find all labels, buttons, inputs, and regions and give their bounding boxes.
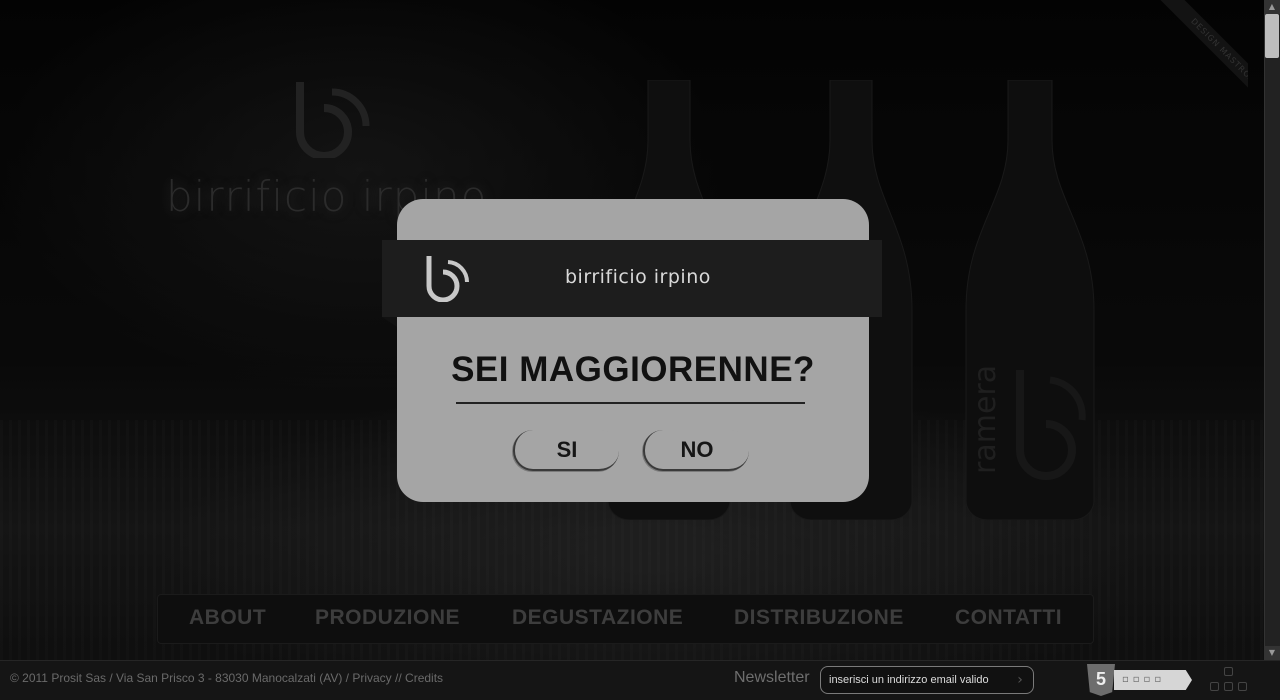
nav-item-produzione[interactable]: PRODUZIONE <box>315 606 460 630</box>
brand-logo-icon <box>426 256 470 302</box>
share-right-icon[interactable] <box>1238 682 1247 691</box>
chevron-right-icon[interactable]: › <box>1012 671 1028 689</box>
html5-badge-icon: 5 <box>1087 664 1115 696</box>
scrollbar-thumb[interactable] <box>1265 14 1279 58</box>
nav-item-distribuzione[interactable]: DISTRIBUZIONE <box>734 606 904 630</box>
privacy-link[interactable]: Privacy <box>352 671 391 685</box>
credits-link[interactable]: Credits <box>405 671 443 685</box>
html5-features-strip: ▫▫▫▫ <box>1114 670 1192 690</box>
share-left-icon[interactable] <box>1210 682 1219 691</box>
footer-separator: // <box>391 671 406 685</box>
share-middle-icon[interactable] <box>1224 682 1233 691</box>
copyright-text: © 2011 Prosit Sas / Via San Prisco 3 - 8… <box>10 671 353 685</box>
no-button[interactable]: NO <box>643 430 749 471</box>
newsletter-label: Newsletter <box>734 669 810 686</box>
nav-item-degustazione[interactable]: DEGUSTAZIONE <box>512 606 683 630</box>
share-icons-grid[interactable] <box>1210 667 1250 697</box>
main-navigation: ABOUT PRODUZIONE DEGUSTAZIONE DISTRIBUZI… <box>157 594 1094 644</box>
yes-button[interactable]: SI <box>513 430 619 471</box>
nav-item-contatti[interactable]: CONTATTI <box>955 606 1062 630</box>
dialog-brand-name: birrificio irpino <box>565 266 711 288</box>
dialog-question: SEI MAGGIORENNE? <box>451 350 815 389</box>
scroll-down-icon[interactable]: ▼ <box>1264 646 1280 660</box>
footer-info: © 2011 Prosit Sas / Via San Prisco 3 - 8… <box>10 671 443 685</box>
dialog-divider <box>456 402 805 404</box>
newsletter-email-input[interactable] <box>820 666 1034 694</box>
nav-item-about[interactable]: ABOUT <box>189 606 266 630</box>
scroll-up-icon[interactable]: ▲ <box>1264 0 1280 14</box>
footer: © 2011 Prosit Sas / Via San Prisco 3 - 8… <box>0 660 1280 700</box>
share-top-icon[interactable] <box>1224 667 1233 676</box>
vertical-scrollbar[interactable]: ▲ ▼ <box>1264 0 1280 660</box>
